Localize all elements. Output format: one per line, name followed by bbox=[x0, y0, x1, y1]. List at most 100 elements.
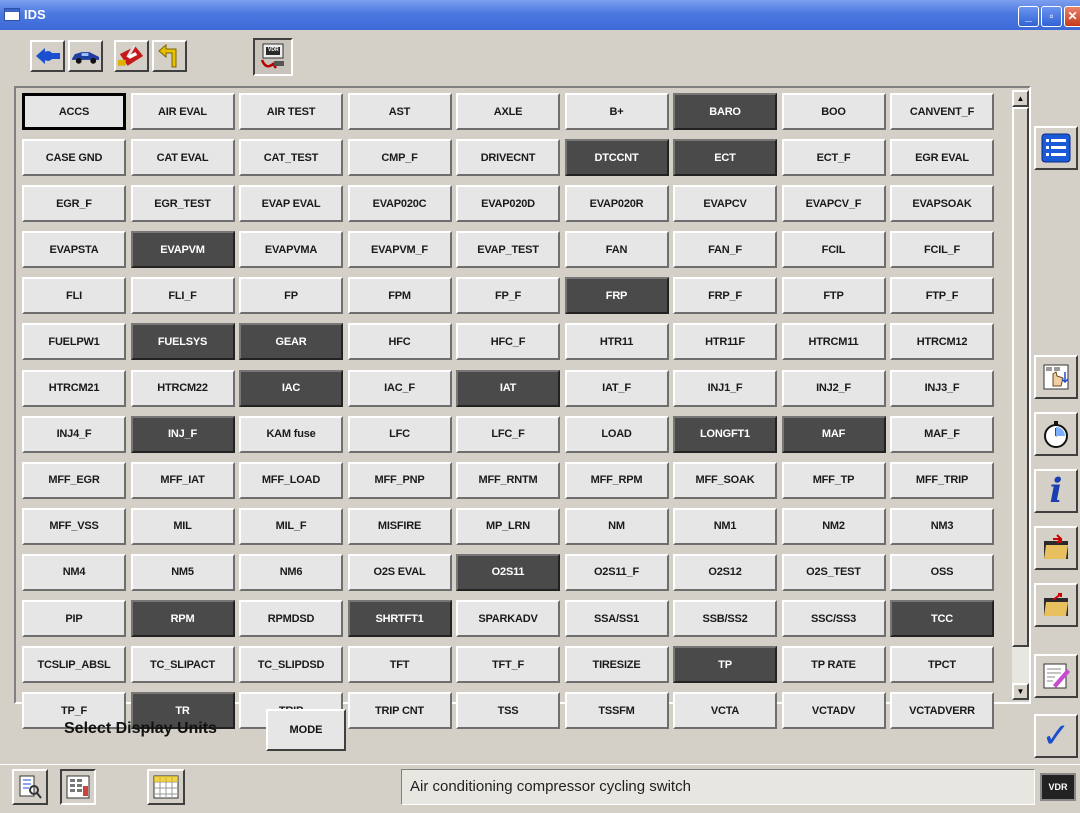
pid-button-air-test[interactable]: AIR TEST bbox=[239, 93, 343, 130]
pid-button-mil-f[interactable]: MIL_F bbox=[239, 507, 343, 545]
pid-button-kam-fuse[interactable]: KAM fuse bbox=[239, 415, 343, 453]
scroll-thumb[interactable] bbox=[1012, 107, 1029, 647]
pid-button-load[interactable]: LOAD bbox=[564, 415, 669, 453]
pid-button-evapcv[interactable]: EVAPCV bbox=[673, 185, 777, 223]
pid-button-iac[interactable]: IAC bbox=[239, 369, 343, 407]
pid-button-egr-test[interactable]: EGR_TEST bbox=[130, 185, 235, 223]
pid-button-fan[interactable]: FAN bbox=[564, 231, 669, 269]
pid-button-o2s12[interactable]: O2S12 bbox=[673, 553, 777, 591]
pid-button-ssc-ss3[interactable]: SSC/SS3 bbox=[781, 600, 886, 638]
pid-button-tc-slipact[interactable]: TC_SLIPACT bbox=[130, 646, 235, 684]
info-button[interactable]: i bbox=[1034, 469, 1078, 513]
pid-button-ssb-ss2[interactable]: SSB/SS2 bbox=[673, 600, 777, 638]
pid-button-o2s-test[interactable]: O2S_TEST bbox=[781, 553, 886, 591]
pid-button-rpmdsd[interactable]: RPMDSD bbox=[239, 600, 343, 638]
pid-button-nm[interactable]: NM bbox=[564, 507, 669, 545]
pid-button-htr11[interactable]: HTR11 bbox=[564, 323, 669, 361]
pid-button-ssa-ss1[interactable]: SSA/SS1 bbox=[564, 600, 669, 638]
pid-button-htrcm11[interactable]: HTRCM11 bbox=[781, 323, 886, 361]
pid-button-mff-load[interactable]: MFF_LOAD bbox=[239, 461, 343, 499]
pid-button-maf-f[interactable]: MAF_F bbox=[890, 415, 994, 453]
pid-button-o2s11-f[interactable]: O2S11_F bbox=[564, 553, 669, 591]
pid-button-fpm[interactable]: FPM bbox=[347, 277, 452, 315]
pid-button-inj1-f[interactable]: INJ1_F bbox=[673, 369, 777, 407]
pid-button-inj4-f[interactable]: INJ4_F bbox=[22, 415, 126, 453]
pid-button-mff-iat[interactable]: MFF_IAT bbox=[130, 461, 235, 499]
pid-button-mff-tp[interactable]: MFF_TP bbox=[781, 461, 886, 499]
pid-button-evapsta[interactable]: EVAPSTA bbox=[22, 231, 126, 269]
save-folder-button[interactable] bbox=[1034, 583, 1078, 627]
pid-button-boo[interactable]: BOO bbox=[781, 93, 886, 130]
pid-button-o2s-eval[interactable]: O2S EVAL bbox=[347, 553, 452, 591]
pid-button-fuelpw1[interactable]: FUELPW1 bbox=[22, 323, 126, 361]
pid-button-mff-egr[interactable]: MFF_EGR bbox=[22, 461, 126, 499]
pid-button-iat-f[interactable]: IAT_F bbox=[564, 369, 669, 407]
pid-button-gear[interactable]: GEAR bbox=[239, 323, 343, 361]
pid-button-vcta[interactable]: VCTA bbox=[673, 692, 777, 730]
pid-button-tiresize[interactable]: TIRESIZE bbox=[564, 646, 669, 684]
pid-button-air-eval[interactable]: AIR EVAL bbox=[130, 93, 235, 130]
pid-button-tcc[interactable]: TCC bbox=[890, 600, 994, 638]
mode-button[interactable]: MODE bbox=[266, 709, 346, 751]
datalog-grid-tab[interactable] bbox=[147, 769, 185, 805]
data-logger-tab[interactable] bbox=[12, 769, 48, 805]
pid-button-lfc-f[interactable]: LFC_F bbox=[456, 415, 560, 453]
pid-button-egr-f[interactable]: EGR_F bbox=[22, 185, 126, 223]
pid-button-tss[interactable]: TSS bbox=[456, 692, 560, 730]
confirm-button[interactable]: ✓ bbox=[1034, 714, 1078, 758]
pid-button-evapvm[interactable]: EVAPVM bbox=[130, 231, 235, 269]
select-pid-button[interactable] bbox=[1034, 355, 1078, 399]
pid-button-ftp-f[interactable]: FTP_F bbox=[890, 277, 994, 315]
pid-button-b-[interactable]: B+ bbox=[564, 93, 669, 130]
pid-button-nm1[interactable]: NM1 bbox=[673, 507, 777, 545]
pid-button-evapvm-f[interactable]: EVAPVM_F bbox=[347, 231, 452, 269]
pid-button-htrcm22[interactable]: HTRCM22 bbox=[130, 369, 235, 407]
pid-button-fli[interactable]: FLI bbox=[22, 277, 126, 315]
pid-button-nm2[interactable]: NM2 bbox=[781, 507, 886, 545]
pid-button-hfc-f[interactable]: HFC_F bbox=[456, 323, 560, 361]
tab-toolbox[interactable] bbox=[114, 40, 149, 72]
tab-vdr[interactable]: VDR bbox=[253, 38, 293, 76]
tab-back[interactable] bbox=[30, 40, 65, 72]
scroll-down-button[interactable]: ▼ bbox=[1012, 683, 1029, 700]
close-button[interactable]: ✕ bbox=[1064, 6, 1080, 27]
pid-button-mff-pnp[interactable]: MFF_PNP bbox=[347, 461, 452, 499]
pid-button-mff-rpm[interactable]: MFF_RPM bbox=[564, 461, 669, 499]
pid-button-drivecnt[interactable]: DRIVECNT bbox=[456, 139, 560, 177]
pid-button-inj-f[interactable]: INJ_F bbox=[130, 415, 235, 453]
pid-button-accs[interactable]: ACCS bbox=[22, 93, 126, 130]
pid-list-tab[interactable] bbox=[60, 769, 96, 805]
pid-button-misfire[interactable]: MISFIRE bbox=[347, 507, 452, 545]
pid-button-fli-f[interactable]: FLI_F bbox=[130, 277, 235, 315]
scroll-up-button[interactable]: ▲ bbox=[1012, 90, 1029, 107]
pid-button-tpct[interactable]: TPCT bbox=[890, 646, 994, 684]
pid-button-evapvma[interactable]: EVAPVMA bbox=[239, 231, 343, 269]
tab-direction[interactable] bbox=[152, 40, 187, 72]
pid-button-fan-f[interactable]: FAN_F bbox=[673, 231, 777, 269]
pid-button-fcil[interactable]: FCIL bbox=[781, 231, 886, 269]
open-folder-button[interactable] bbox=[1034, 526, 1078, 570]
pid-button-tc-slipdsd[interactable]: TC_SLIPDSD bbox=[239, 646, 343, 684]
pid-button-axle[interactable]: AXLE bbox=[456, 93, 560, 130]
pid-button-htrcm12[interactable]: HTRCM12 bbox=[890, 323, 994, 361]
pid-button-shrtft1[interactable]: SHRTFT1 bbox=[347, 600, 452, 638]
pid-button-ast[interactable]: AST bbox=[347, 93, 452, 130]
pid-button-evap020r[interactable]: EVAP020R bbox=[564, 185, 669, 223]
pid-button-fp-f[interactable]: FP_F bbox=[456, 277, 560, 315]
pid-button-trip-cnt[interactable]: TRIP CNT bbox=[347, 692, 452, 730]
pid-button-nm6[interactable]: NM6 bbox=[239, 553, 343, 591]
pid-button-tssfm[interactable]: TSSFM bbox=[564, 692, 669, 730]
pid-button-tp[interactable]: TP bbox=[673, 646, 777, 684]
vertical-scrollbar[interactable]: ▲ ▼ bbox=[1012, 90, 1029, 700]
pid-button-hfc[interactable]: HFC bbox=[347, 323, 452, 361]
pid-button-maf[interactable]: MAF bbox=[781, 415, 886, 453]
pid-button-dtccnt[interactable]: DTCCNT bbox=[564, 139, 669, 177]
pid-button-evapcv-f[interactable]: EVAPCV_F bbox=[781, 185, 886, 223]
pid-button-cat-eval[interactable]: CAT EVAL bbox=[130, 139, 235, 177]
pid-button-mil[interactable]: MIL bbox=[130, 507, 235, 545]
pid-button-evap020c[interactable]: EVAP020C bbox=[347, 185, 452, 223]
pid-button-mp-lrn[interactable]: MP_LRN bbox=[456, 507, 560, 545]
pid-button-tcslip-absl[interactable]: TCSLIP_ABSL bbox=[22, 646, 126, 684]
pid-button-htrcm21[interactable]: HTRCM21 bbox=[22, 369, 126, 407]
pid-button-vctadv[interactable]: VCTADV bbox=[781, 692, 886, 730]
